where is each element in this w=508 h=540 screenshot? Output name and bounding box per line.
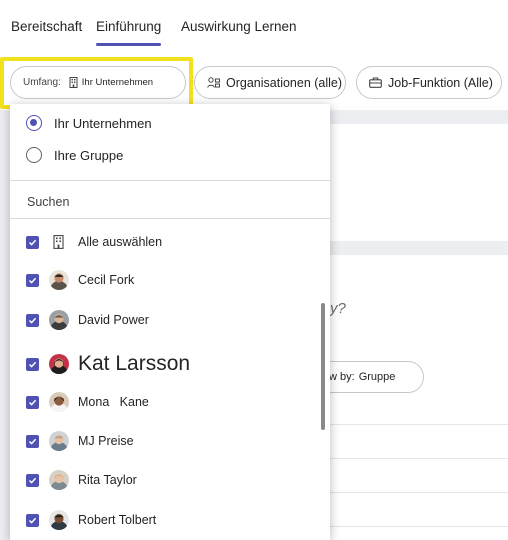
person-name: Mona Kane (78, 395, 149, 409)
summary-card (330, 124, 508, 241)
job-function-filter-label: Job-Funktion (Alle) (388, 75, 493, 90)
organizations-filter-label: Organisationen (alle) (226, 75, 343, 90)
checkbox-checked[interactable] (26, 357, 39, 371)
checkbox-checked[interactable] (26, 434, 39, 448)
people-org-icon (207, 76, 220, 89)
view-by-label: w by: (329, 371, 355, 383)
table-divider (330, 424, 508, 425)
checkbox-checked[interactable] (26, 273, 39, 287)
organizations-filter-chip[interactable]: Organisationen (alle) (194, 66, 346, 99)
tab-bar: Bereitschaft Einführung Auswirkung Lerne… (0, 0, 508, 54)
table-divider (330, 492, 508, 493)
checkbox-checked[interactable] (26, 513, 39, 527)
person-row[interactable]: Robert Tolbert (26, 507, 156, 533)
person-row[interactable]: Cecil Fork (26, 267, 134, 293)
person-name: MJ Preise (78, 434, 134, 448)
avatar (49, 310, 69, 330)
avatar (49, 270, 69, 290)
person-name: David Power (78, 313, 149, 327)
person-row[interactable]: Rita Taylor (26, 467, 137, 493)
avatar (49, 510, 69, 530)
search-label[interactable]: Suchen (27, 195, 69, 209)
divider (10, 180, 330, 181)
checkbox-checked[interactable] (26, 313, 39, 327)
view-by-value: Gruppe (358, 371, 396, 383)
avatar (49, 431, 69, 451)
scope-filter-highlight (0, 57, 193, 109)
table-divider (330, 526, 508, 527)
scope-option-label: Ihr Unternehmen (54, 115, 152, 131)
tab-bereitschaft[interactable]: Bereitschaft (11, 19, 82, 34)
person-row[interactable]: MJ Preise (26, 428, 134, 454)
checkbox-checked[interactable] (26, 235, 39, 249)
person-row[interactable]: Mona Kane (26, 389, 149, 415)
select-all-label: Alle auswählen (78, 235, 163, 249)
building-icon (50, 235, 66, 249)
briefcase-icon (369, 77, 382, 88)
person-name: Kat Larsson (78, 352, 191, 375)
checkbox-checked[interactable] (26, 395, 39, 409)
scope-dropdown-panel: Ihr Unternehmen Ihre Gruppe Suchen Alle … (10, 104, 330, 540)
person-name: Robert Tolbert (78, 513, 157, 527)
checkbox-checked[interactable] (26, 473, 39, 487)
dropdown-scrollbar[interactable] (321, 303, 325, 430)
scope-option-company[interactable]: Ihr Unternehmen (26, 112, 152, 134)
details-card (330, 255, 508, 540)
radio-button[interactable] (26, 147, 42, 163)
table-divider (330, 458, 508, 459)
person-row[interactable]: Kat Larsson (26, 348, 190, 380)
avatar (49, 392, 69, 412)
question-text: y? (330, 300, 346, 317)
scope-option-group[interactable]: Ihre Gruppe (26, 144, 123, 166)
person-name: Cecil Fork (78, 273, 135, 287)
tab-einfuehrung[interactable]: Einführung (96, 19, 162, 46)
avatar (49, 354, 69, 374)
person-name: Rita Taylor (78, 473, 137, 487)
job-function-filter-chip[interactable]: Job-Funktion (Alle) (356, 66, 502, 99)
tab-auswirkung-lernen[interactable]: Auswirkung Lernen (181, 19, 297, 34)
divider (10, 218, 330, 219)
person-row[interactable]: David Power (26, 307, 149, 333)
select-all-row[interactable]: Alle auswählen (26, 229, 162, 255)
scope-option-label: Ihre Gruppe (54, 147, 124, 163)
avatar (49, 470, 69, 490)
radio-button-selected[interactable] (26, 115, 42, 131)
